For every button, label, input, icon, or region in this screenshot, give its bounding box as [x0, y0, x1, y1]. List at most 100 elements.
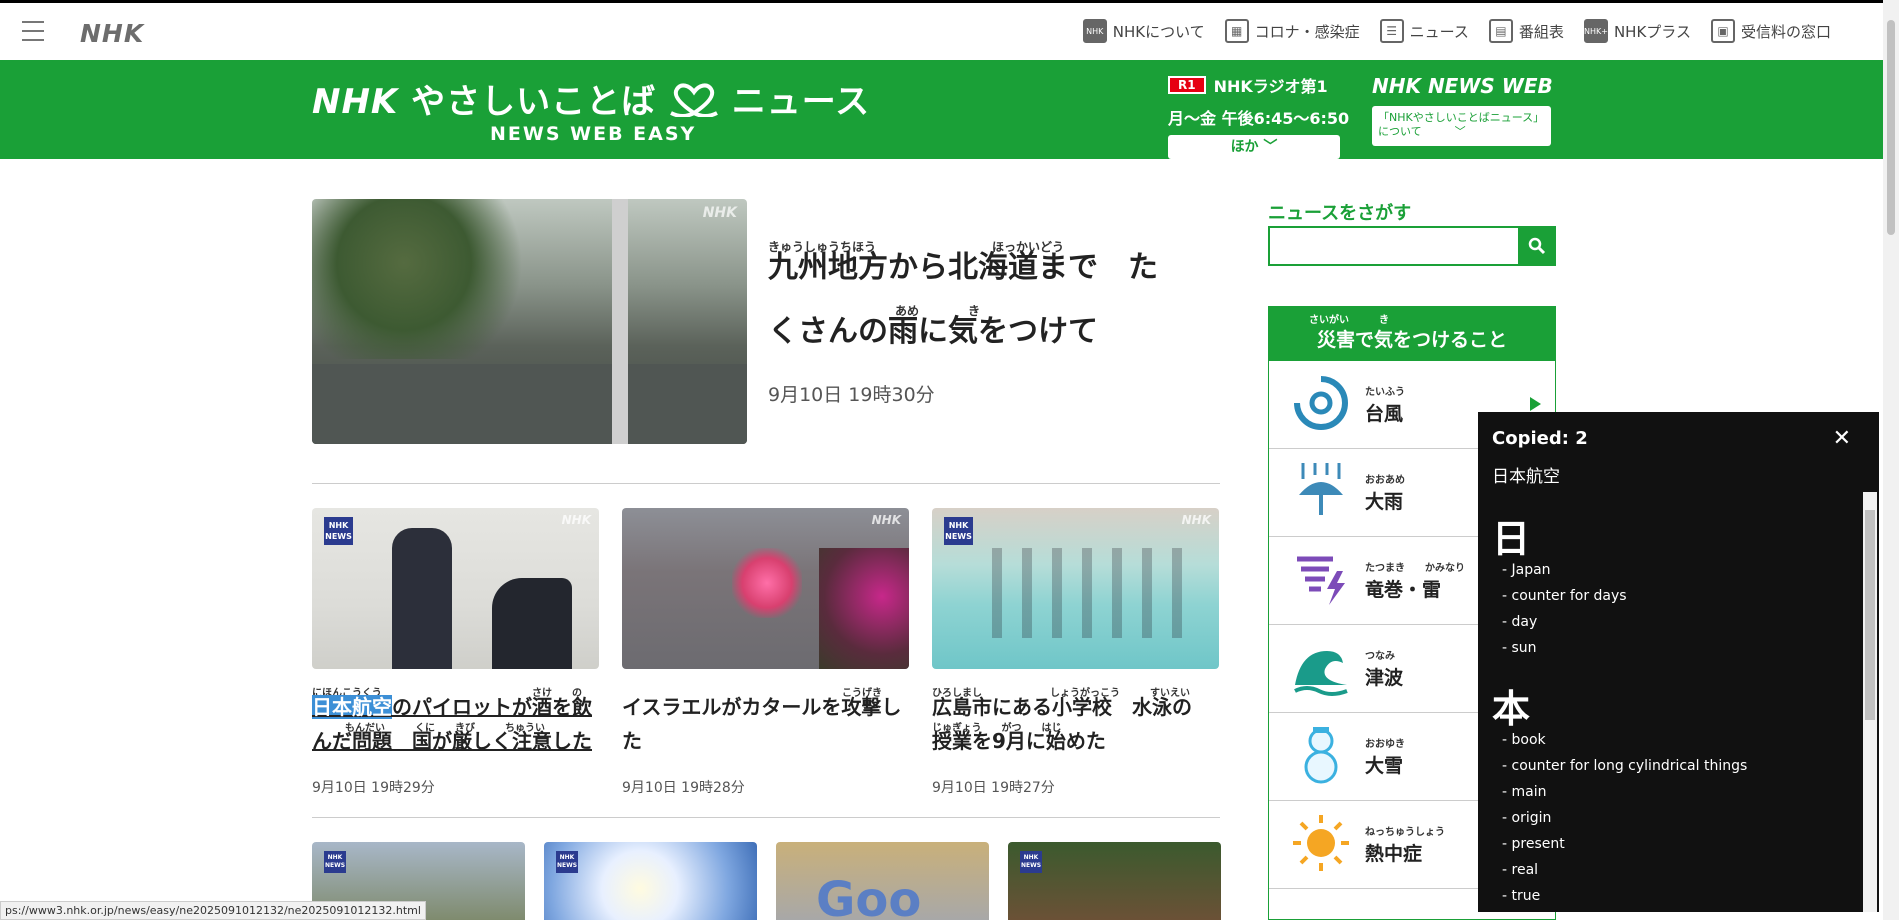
nhk-news-badge: NHK NEWS — [324, 517, 353, 545]
about-label: について — [1378, 125, 1422, 138]
radio-info: R1 NHKラジオ第1 月～金 午後6:45～6:50 ほか ﹀ — [1168, 73, 1350, 159]
tsunami-icon — [1294, 651, 1348, 696]
nav-label: NHKプラス — [1613, 22, 1691, 41]
kanji-meaning: - origin — [1502, 810, 1552, 826]
heavy-rain-icon — [1299, 463, 1343, 515]
logo-news: ニュース — [731, 82, 871, 122]
corona-icon: ▦ — [1224, 19, 1249, 43]
about-easy-news-button[interactable]: 「NHKやさしいことばニュース」 について ﹀ — [1372, 106, 1551, 146]
article-thumb[interactable]: NHK NEWS — [1008, 842, 1221, 920]
nav-program-guide[interactable]: ▤ 番組表 — [1488, 19, 1564, 43]
disaster-guide-header: さいがい き 災害で気をつけること — [1269, 307, 1555, 361]
nav-label: ニュース — [1409, 22, 1469, 41]
kanji-meaning: - real — [1502, 862, 1539, 878]
card-title-line: イスラエルがカタールを攻撃し — [622, 695, 902, 719]
popup-scrollbar[interactable] — [1863, 492, 1877, 912]
search-button[interactable] — [1518, 226, 1556, 266]
item-name: 大雪 — [1365, 755, 1404, 777]
nhk-news-badge: NHK NEWS — [944, 517, 973, 545]
popup-title: Copied: 2 — [1492, 428, 1588, 449]
disaster-ruby: さいがい き — [1309, 315, 1389, 326]
kanji-meaning: - main — [1502, 784, 1547, 800]
program-guide-icon: ▤ — [1488, 19, 1513, 43]
tornado-thunder-icon — [1297, 556, 1345, 605]
article-card-image[interactable]: NHK NEWS NHK — [312, 508, 599, 669]
item-ruby: ねっちゅうしょう — [1365, 827, 1445, 838]
thumb-graphic-text: Goo — [816, 872, 922, 920]
top-navigation: NHK NHK NHKについて ▦ コロナ・感染症 ☰ ニュース ▤ 番組表 NHK+ N… — [0, 0, 1883, 60]
divider — [312, 483, 1220, 484]
item-name: 大雨 — [1365, 491, 1404, 513]
nav-news[interactable]: ☰ ニュース — [1379, 19, 1469, 43]
item-name: 熱中症 — [1365, 843, 1423, 865]
card-ruby: じゅぎょう がつ はじ — [932, 723, 1062, 734]
article-thumb[interactable]: Goo — [776, 842, 989, 920]
nav-label: 番組表 — [1518, 22, 1564, 41]
nhk-logo[interactable]: NHK — [80, 19, 144, 48]
article-card-image[interactable]: NHK NEWS NHK — [932, 508, 1219, 669]
chevron-down-icon: ﹀ — [1454, 125, 1466, 138]
copied-popup: Copied: 2 ✕ 日本航空 日 - Japan - counter for… — [1478, 412, 1879, 912]
disaster-guide-title: 災害で気をつけること — [1316, 329, 1507, 351]
page-scrollbar[interactable] — [1883, 0, 1899, 920]
divider — [312, 817, 1220, 818]
site-header: NHK やさしいことば ニュース NEWS WEB EASY R1 NHKラジオ第… — [0, 60, 1883, 159]
radio-time: 月～金 午後6:45～6:50 — [1168, 109, 1350, 128]
nhk-watermark: NHK — [561, 513, 591, 527]
nav-nhk-about[interactable]: NHK NHKについて — [1082, 19, 1205, 43]
kanji-meaning: - day — [1502, 614, 1538, 630]
kanji-meaning: - sun — [1502, 640, 1537, 656]
article-card-image[interactable]: NHK — [622, 508, 909, 669]
about-line1: 「NHKやさしいことばニュース」 — [1378, 111, 1545, 124]
item-name: 竜巻・雷 — [1365, 579, 1442, 601]
search-icon — [1528, 237, 1546, 255]
search-input[interactable] — [1268, 226, 1518, 266]
kanji-meaning: - counter for long cylindrical things — [1502, 758, 1748, 774]
popup-scrollbar-thumb[interactable] — [1865, 510, 1875, 720]
nav-nhk-plus[interactable]: NHK+ NHKプラス — [1583, 19, 1691, 43]
radio-more-button[interactable]: ほか ﹀ — [1168, 135, 1340, 159]
nav-fee-window[interactable]: ▣ 受信料の窓口 — [1710, 19, 1831, 43]
news-icon: ☰ — [1379, 19, 1404, 43]
article-card-title[interactable]: イスラエルがカタールを攻撃し た — [622, 690, 912, 758]
item-ruby: たつまき かみなり — [1365, 563, 1465, 574]
article-card-date: 9月10日 19時28分 — [622, 780, 745, 796]
nhk-plus-icon: NHK+ — [1583, 19, 1608, 43]
nhk-news-badge: NHK NEWS — [556, 851, 578, 873]
news-web-logo[interactable]: NHK NEWS WEB — [1372, 74, 1553, 98]
nhk-watermark: NHK — [1181, 513, 1211, 527]
radio-badge: R1 — [1168, 76, 1206, 94]
search-label: ニュースをさがす — [1268, 203, 1412, 224]
news-web-easy-logo[interactable]: NHK やさしいことば ニュース NEWS WEB EASY — [312, 74, 870, 145]
kanji-heading: 本 — [1492, 687, 1531, 731]
lead-article-date: 9月10日 19時30分 — [768, 384, 935, 406]
play-arrow-icon — [1530, 397, 1541, 411]
lead-title-line: くさんの雨に気をつけて — [768, 314, 1098, 349]
kanji-meaning: - book — [1502, 732, 1546, 748]
top-nav-links: NHK NHKについて ▦ コロナ・感染症 ☰ ニュース ▤ 番組表 NHK+ NHKプラ… — [1082, 19, 1831, 43]
nhk-watermark: NHK — [702, 205, 737, 221]
nhk-watermark: NHK — [871, 513, 901, 527]
item-ruby: たいふう — [1365, 387, 1405, 398]
menu-icon[interactable] — [22, 21, 44, 41]
article-card-date: 9月10日 19時29分 — [312, 780, 435, 796]
kanji-heading: 日 — [1492, 517, 1531, 561]
page: NHK NHK NHKについて ▦ コロナ・感染症 ☰ ニュース ▤ 番組表 NHK+ N… — [0, 0, 1899, 920]
kanji-meaning: - true — [1502, 888, 1541, 904]
article-thumb[interactable]: NHK NEWS — [544, 842, 757, 920]
kanji-meaning: - counter for days — [1502, 588, 1627, 604]
status-bar-url: ps://www3.nhk.or.jp/news/easy/ne20250910… — [0, 901, 426, 920]
lead-article-image[interactable]: NHK — [312, 199, 747, 444]
close-icon[interactable]: ✕ — [1833, 426, 1851, 451]
lead-title-line: 九州地方から北海道まで た — [768, 250, 1158, 285]
kanji-meaning: - Japan — [1502, 562, 1551, 578]
logo-en: NEWS WEB EASY — [490, 123, 697, 145]
heavy-snow-icon — [1304, 727, 1338, 784]
page-scrollbar-thumb[interactable] — [1887, 20, 1895, 235]
article-card-date: 9月10日 19時27分 — [932, 780, 1055, 796]
nhk-about-icon: NHK — [1082, 19, 1107, 43]
lead-article-title[interactable]: 九州地方から北海道まで た くさんの雨に気をつけて — [768, 236, 1220, 364]
nav-corona[interactable]: ▦ コロナ・感染症 — [1224, 19, 1360, 43]
item-ruby: おおゆき — [1365, 739, 1405, 750]
kanji-meaning: - present — [1502, 836, 1565, 852]
